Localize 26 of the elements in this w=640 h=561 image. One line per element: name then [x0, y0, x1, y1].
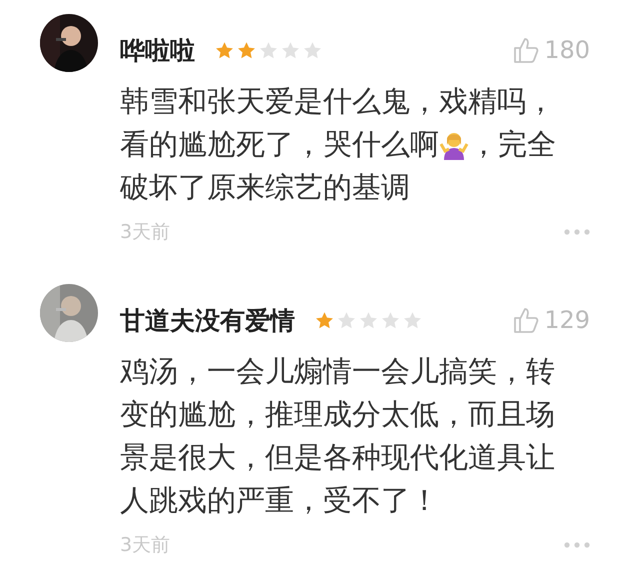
like-count: 180 [544, 36, 590, 64]
star-icon [215, 40, 234, 60]
star-icon [403, 310, 422, 330]
star-icon [337, 310, 356, 330]
star-icon [303, 40, 322, 60]
user-name[interactable]: 哗啦啦 [120, 34, 195, 66]
comment-text: 景是很大，但是各种现代化道具让 [120, 438, 555, 476]
comment-text: ，完全 [469, 126, 556, 162]
comment-text: 看的尴尬死了，哭什么啊 [120, 126, 439, 162]
star-icon [359, 310, 378, 330]
star-icon [281, 40, 300, 60]
star-icon [381, 310, 400, 330]
comment-text: 鸡汤，一会儿煽情一会儿搞笑，转 [120, 352, 555, 390]
like-count: 129 [544, 306, 590, 334]
thumbs-up-icon[interactable] [512, 36, 540, 64]
user-name[interactable]: 甘道夫没有爱情 [120, 304, 295, 336]
comment-text: 人跳戏的严重，受不了！ [120, 482, 439, 518]
comment-text: 韩雪和张天爱是什么鬼，戏精吗， [120, 82, 555, 120]
comment-text: 破坏了原来综艺的基调 [120, 168, 410, 206]
star-icon [315, 310, 334, 330]
thumbs-up-icon[interactable] [512, 306, 540, 334]
star-icon [259, 40, 278, 60]
more-icon[interactable] [564, 229, 590, 235]
star-icon [237, 40, 256, 60]
more-icon[interactable] [564, 542, 590, 548]
comment-text: 变的尴尬，推理成分太低，而且场 [120, 396, 555, 432]
